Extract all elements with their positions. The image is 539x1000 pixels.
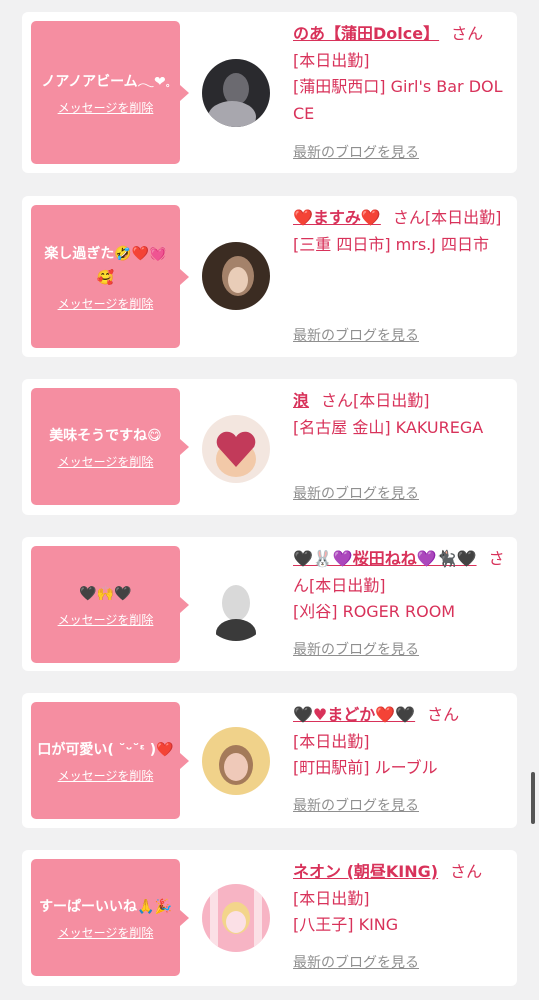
message-text: 美味そうですね😋	[49, 427, 162, 444]
avatar-photo-icon	[202, 727, 270, 795]
work-status: [本日出勤]	[293, 50, 370, 70]
avatar[interactable]	[202, 573, 270, 641]
honorific: さん	[321, 391, 354, 410]
latest-blog-link[interactable]: 最新のブログを見る	[293, 485, 419, 503]
avatar[interactable]	[202, 415, 270, 483]
message-bubble: すーぱーいいね🙏🎉 メッセージを削除	[31, 859, 189, 976]
delete-message-link[interactable]: メッセージを削除	[58, 296, 154, 312]
work-status: [本日出勤]	[293, 888, 370, 908]
delete-message-link[interactable]: メッセージを削除	[58, 454, 154, 470]
avatar-photo-icon	[202, 59, 270, 127]
delete-message-link[interactable]: メッセージを削除	[58, 925, 154, 941]
message-card: 美味そうですね😋 メッセージを削除 浪さん[本日出勤] [名古屋 金山] KAK…	[22, 379, 517, 515]
work-status: [本日出勤]	[293, 731, 370, 751]
message-card: すーぱーいいね🙏🎉 メッセージを削除 ネオン (朝昼KING) さん [本日出勤]…	[22, 850, 517, 986]
honorific: さん	[450, 862, 483, 881]
work-status: [本日出勤]	[353, 391, 430, 410]
message-bubble: 楽し過ぎた🤣❤️💓🥰 メッセージを削除	[31, 205, 189, 348]
message-card: 口が可愛い( ˘ᵕ˘ᵋ )❤️ メッセージを削除 🖤♥まどか❤️🖤 さん [本日出…	[22, 693, 517, 828]
latest-blog-link[interactable]: 最新のブログを見る	[293, 144, 419, 162]
honorific: さん	[427, 705, 460, 724]
cast-name-link[interactable]: ❤️ますみ❤️	[293, 208, 381, 227]
delete-message-link[interactable]: メッセージを削除	[58, 100, 154, 116]
scrollbar[interactable]	[531, 772, 535, 824]
avatar-photo-icon	[202, 242, 270, 310]
cast-info: 浪さん[本日出勤] [名古屋 金山] KAKUREGA	[293, 388, 511, 441]
avatar[interactable]	[202, 727, 270, 795]
cast-name-link[interactable]: 🖤🐰💜桜田ねね💜🐈‍⬛🖤	[293, 549, 477, 568]
latest-blog-link[interactable]: 最新のブログを見る	[293, 641, 419, 659]
store-label: [名古屋 金山] KAKUREGA	[293, 417, 484, 437]
work-status: [本日出勤]	[309, 575, 386, 595]
latest-blog-link[interactable]: 最新のブログを見る	[293, 797, 419, 815]
cast-info: 🖤♥まどか❤️🖤 さん [本日出勤] [町田駅前] ルーブル	[293, 702, 511, 782]
avatar[interactable]	[202, 242, 270, 310]
latest-blog-link[interactable]: 最新のブログを見る	[293, 954, 419, 972]
avatar-photo-icon	[202, 884, 270, 952]
cast-info: のあ【蒲田Dolce】 さん [本日出勤] [蒲田駅西口] Girl's Bar …	[293, 21, 511, 127]
message-card: 🖤🙌🖤 メッセージを削除 🖤🐰💜桜田ねね💜🐈‍⬛🖤 さん[本日出勤] [刈谷] R…	[22, 537, 517, 671]
store-label: [蒲田駅西口] Girl's Bar DOLCE	[293, 77, 503, 123]
honorific: さん	[392, 208, 425, 227]
message-bubble: 🖤🙌🖤 メッセージを削除	[31, 546, 189, 663]
message-text: 🖤🙌🖤	[79, 585, 132, 602]
message-bubble: 口が可愛い( ˘ᵕ˘ᵋ )❤️ メッセージを削除	[31, 702, 189, 819]
cast-name-link[interactable]: 浪	[293, 391, 309, 410]
store-label: [町田駅前] ルーブル	[293, 758, 438, 777]
honorific: さん	[451, 24, 484, 43]
cast-name-link[interactable]: のあ【蒲田Dolce】	[293, 24, 439, 43]
message-text: ノアノアビーム𓂃❤︎𓈒	[41, 73, 170, 90]
message-text: 楽し過ぎた🤣❤️💓🥰	[44, 245, 167, 286]
store-label: [三重 四日市] mrs.J 四日市	[293, 234, 490, 254]
cast-name-link[interactable]: 🖤♥まどか❤️🖤	[293, 705, 415, 724]
message-card: 楽し過ぎた🤣❤️💓🥰 メッセージを削除 ❤️ますみ❤️ さん[本日出勤] [三重 …	[22, 196, 517, 357]
message-text: 口が可愛い( ˘ᵕ˘ᵋ )❤️	[37, 741, 174, 758]
avatar[interactable]	[202, 59, 270, 127]
store-label: [八王子] KING	[293, 915, 399, 934]
cast-info: ネオン (朝昼KING) さん [本日出勤] [八王子] KING	[293, 859, 511, 939]
avatar-photo-icon	[202, 573, 270, 641]
cast-info: 🖤🐰💜桜田ねね💜🐈‍⬛🖤 さん[本日出勤] [刈谷] ROGER ROOM	[293, 546, 511, 626]
work-status: [本日出勤]	[424, 208, 502, 227]
avatar[interactable]	[202, 884, 270, 952]
cast-info: ❤️ますみ❤️ さん[本日出勤] [三重 四日市] mrs.J 四日市	[293, 205, 511, 258]
message-list: ノアノアビーム𓂃❤︎𓈒 メッセージを削除 のあ【蒲田Dolce】 さん [本日出勤…	[0, 0, 539, 1000]
delete-message-link[interactable]: メッセージを削除	[58, 768, 154, 784]
message-text: すーぱーいいね🙏🎉	[39, 898, 172, 915]
message-bubble: ノアノアビーム𓂃❤︎𓈒 メッセージを削除	[31, 21, 189, 164]
delete-message-link[interactable]: メッセージを削除	[58, 612, 154, 628]
message-bubble: 美味そうですね😋 メッセージを削除	[31, 388, 189, 505]
avatar-photo-icon	[202, 415, 270, 483]
cast-name-link[interactable]: ネオン (朝昼KING)	[293, 862, 438, 881]
message-card: ノアノアビーム𓂃❤︎𓈒 メッセージを削除 のあ【蒲田Dolce】 さん [本日出勤…	[22, 12, 517, 173]
store-label: [刈谷] ROGER ROOM	[293, 602, 456, 621]
latest-blog-link[interactable]: 最新のブログを見る	[293, 327, 419, 345]
